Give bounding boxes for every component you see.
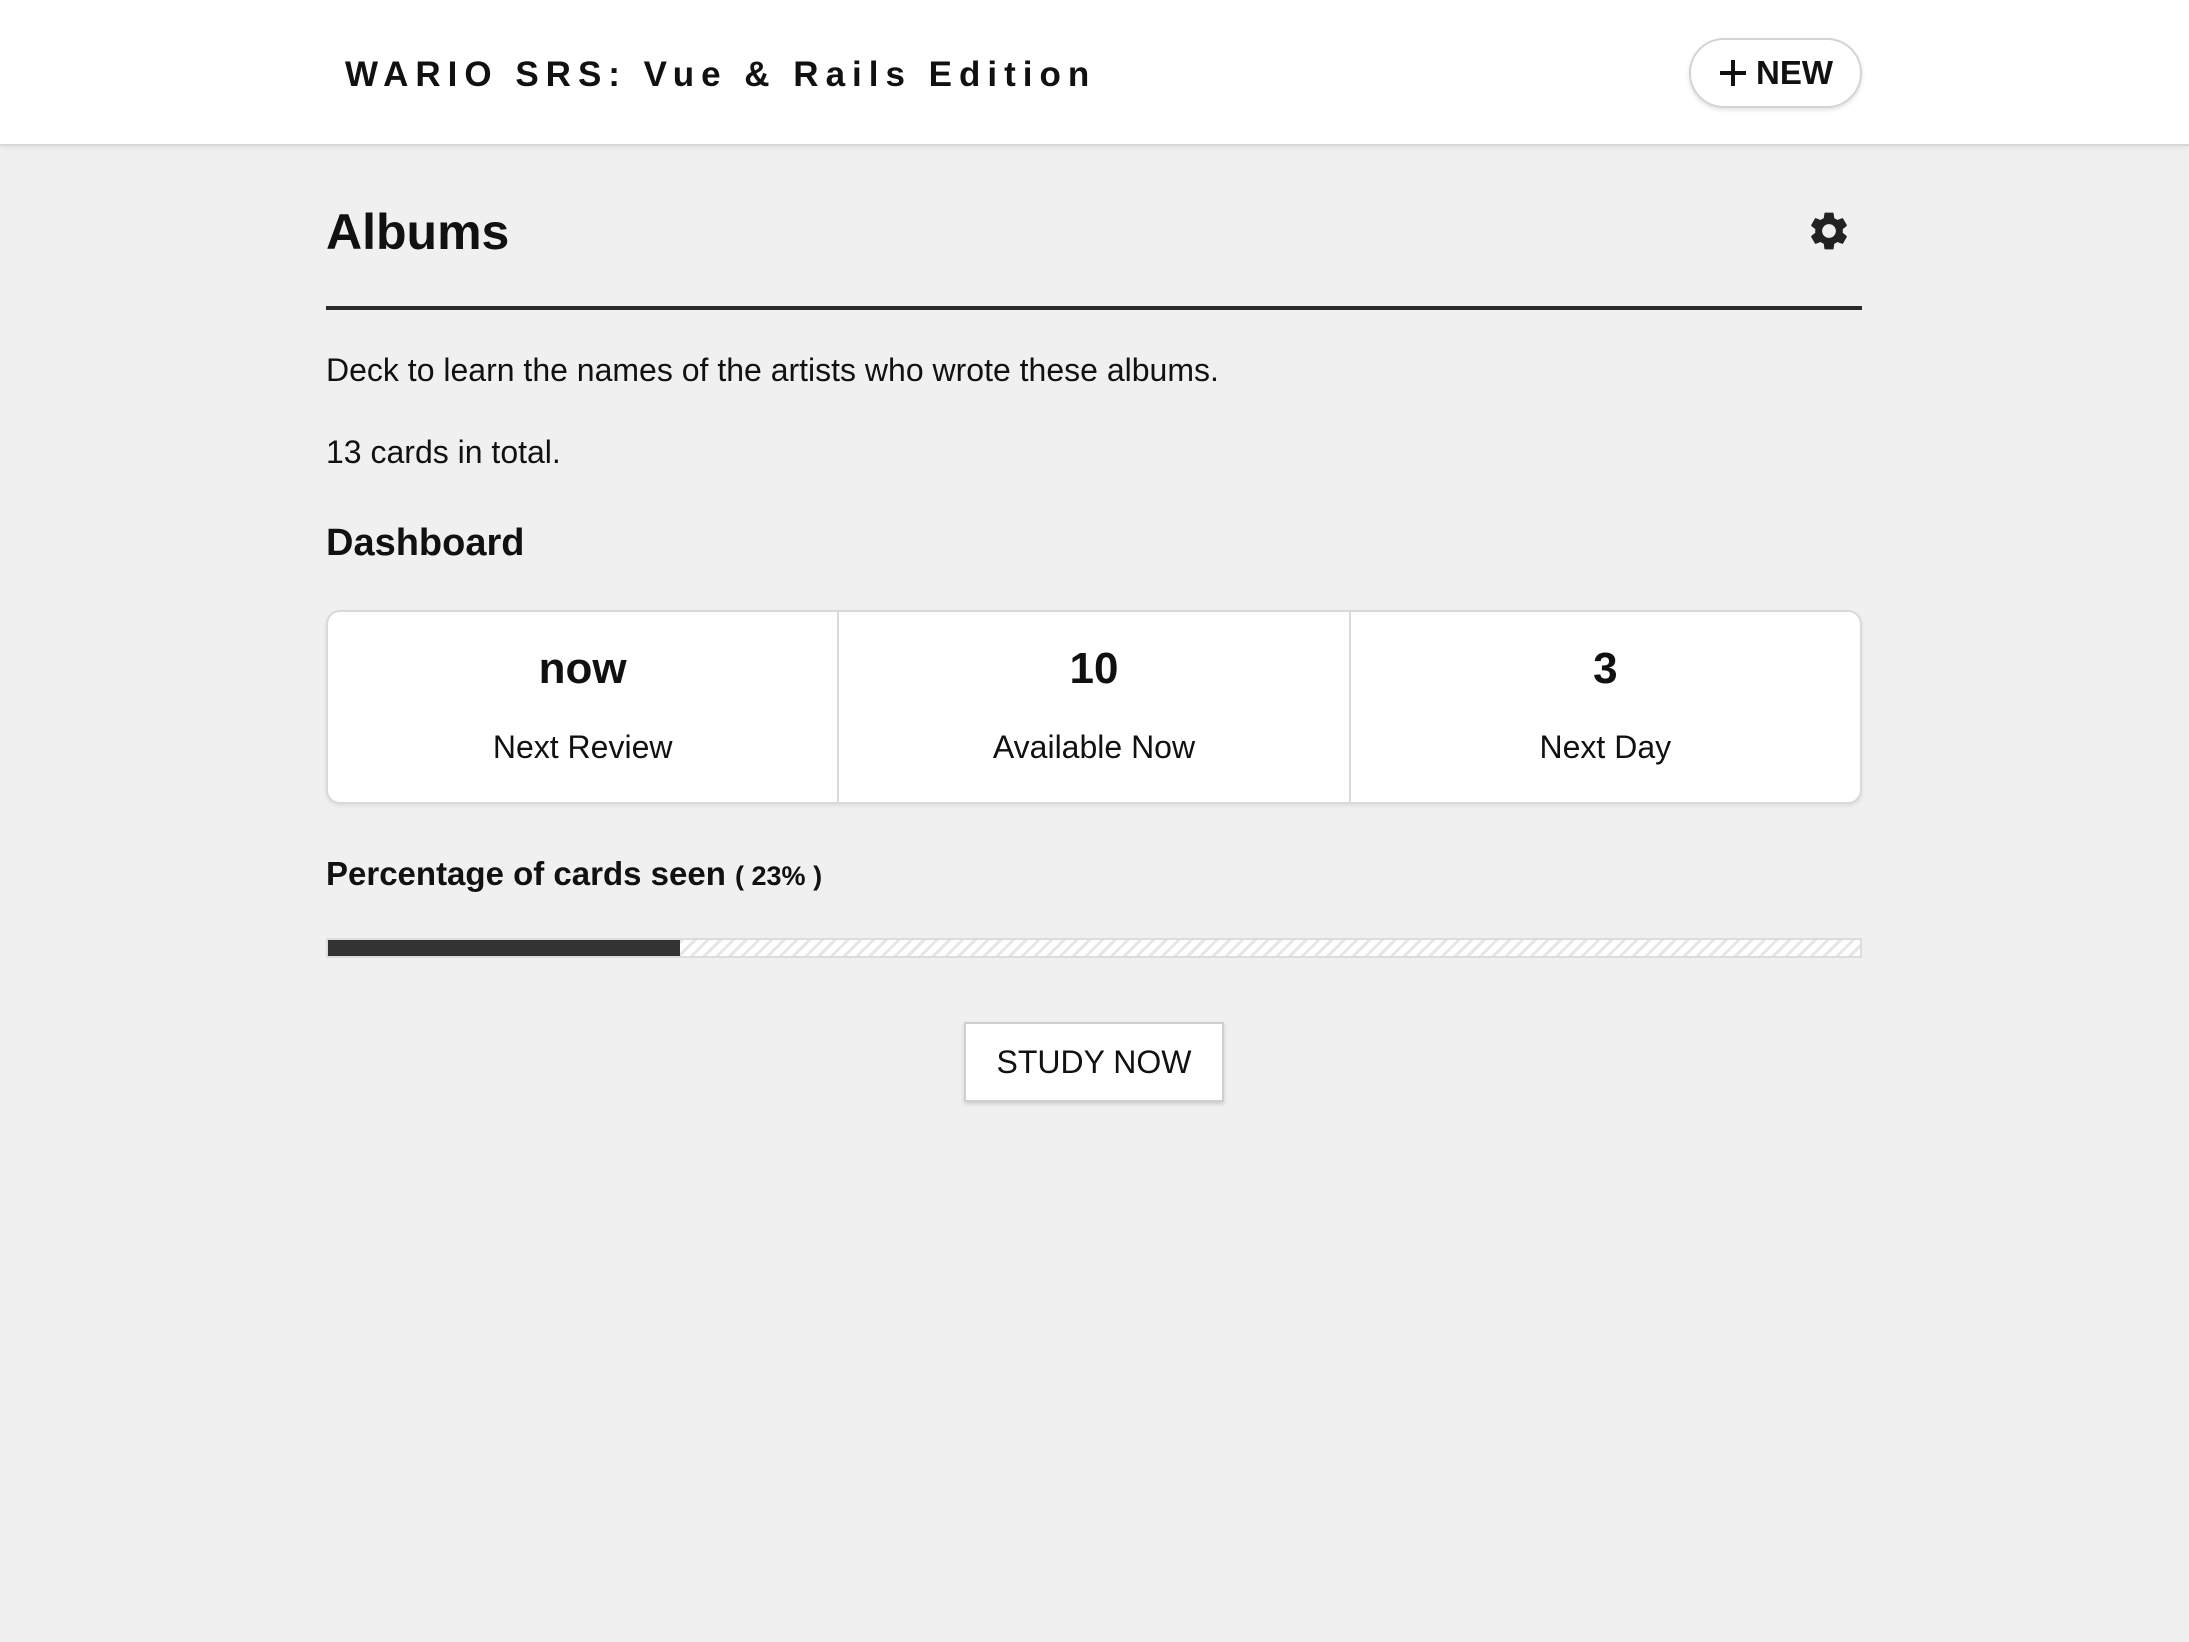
plus-icon	[1720, 60, 1746, 86]
gear-icon	[1811, 212, 1847, 250]
progress-title: Percentage of cards seen ( 23% )	[326, 852, 822, 898]
progress-percent-text: ( 23% )	[735, 861, 823, 891]
page-title: Albums	[326, 204, 510, 260]
stat-label: Next Day	[1539, 729, 1672, 765]
stat-next-review: now Next Review	[328, 612, 840, 802]
new-button-label: NEW	[1756, 54, 1833, 91]
stat-available-now: 10 Available Now	[839, 612, 1351, 802]
deck-description: Deck to learn the names of the artists w…	[326, 352, 1219, 388]
dashboard-stats: now Next Review 10 Available Now 3 Next …	[326, 610, 1862, 804]
deck-header: Albums	[326, 202, 1862, 262]
new-button[interactable]: NEW	[1689, 38, 1862, 108]
cards-seen-progress-bar	[326, 938, 1862, 958]
stat-value: 3	[1593, 644, 1618, 693]
stat-label: Next Review	[492, 729, 673, 765]
stat-label: Available Now	[992, 729, 1196, 765]
deck-settings-button[interactable]	[1806, 208, 1852, 254]
study-now-button[interactable]: STUDY NOW	[964, 1022, 1224, 1102]
top-navbar: WARIO SRS: Vue & Rails Edition NEW	[0, 0, 2189, 146]
stat-next-day: 3 Next Day	[1351, 612, 1860, 802]
stat-value: 10	[1069, 644, 1119, 693]
card-total: 13 cards in total.	[326, 434, 561, 470]
title-divider	[326, 306, 1862, 310]
progress-fill	[328, 940, 681, 956]
stat-value: now	[538, 644, 627, 693]
progress-title-text: Percentage of cards seen	[326, 855, 726, 892]
dashboard-title: Dashboard	[326, 522, 525, 564]
app-brand[interactable]: WARIO SRS: Vue & Rails Edition	[345, 52, 1096, 98]
